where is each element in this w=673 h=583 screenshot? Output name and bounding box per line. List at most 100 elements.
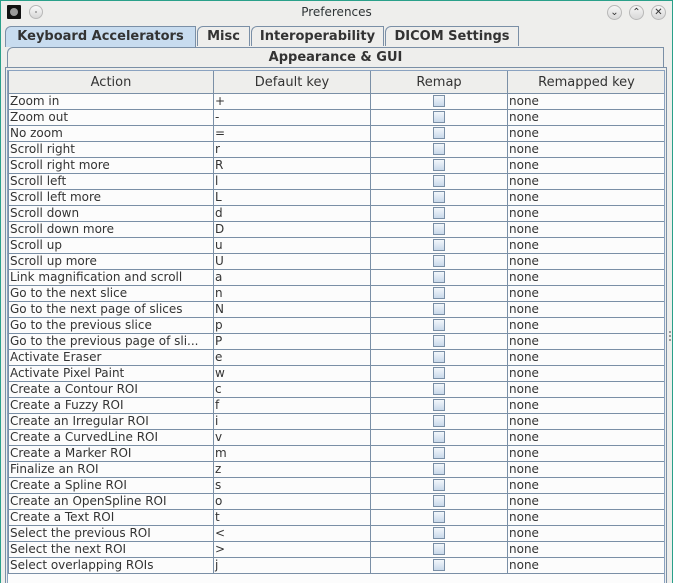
column-header-default-key[interactable]: Default key [213,71,371,94]
action-cell[interactable]: Scroll left [8,173,214,190]
default-key-cell[interactable]: v [213,429,371,446]
remap-checkbox[interactable] [433,462,445,475]
action-cell[interactable]: Go to the previous page of sli... [8,333,214,350]
action-cell[interactable]: Scroll right more [8,157,214,174]
remap-cell[interactable] [370,557,508,574]
remap-checkbox[interactable] [433,222,445,235]
table-row[interactable]: Zoom out - none [8,109,664,126]
action-cell[interactable]: Scroll right [8,141,214,158]
remapped-key-cell[interactable]: none [507,429,664,446]
action-cell[interactable]: Select the next ROI [8,541,214,558]
remap-cell[interactable] [370,269,508,286]
remap-checkbox[interactable] [433,414,445,427]
action-cell[interactable]: Create an OpenSpline ROI [8,493,214,510]
remap-checkbox[interactable] [433,190,445,203]
remap-cell[interactable] [370,205,508,222]
action-cell[interactable]: Create a Spline ROI [8,477,214,494]
remapped-key-cell[interactable]: none [507,237,664,254]
remap-checkbox[interactable] [433,558,445,571]
action-cell[interactable]: Go to the previous slice [8,317,214,334]
action-cell[interactable]: Scroll down [8,205,214,222]
table-row[interactable]: Activate Pixel Paint w none [8,365,664,382]
remap-cell[interactable] [370,93,508,110]
remapped-key-cell[interactable]: none [507,125,664,142]
remap-checkbox[interactable] [433,382,445,395]
default-key-cell[interactable]: f [213,397,371,414]
action-cell[interactable]: Link magnification and scroll [8,269,214,286]
remap-checkbox[interactable] [433,286,445,299]
default-key-cell[interactable]: o [213,493,371,510]
remap-checkbox[interactable] [433,430,445,443]
remap-checkbox[interactable] [433,478,445,491]
remapped-key-cell[interactable]: none [507,285,664,302]
table-row[interactable]: Go to the previous slice p none [8,317,664,334]
table-row[interactable]: Create an Irregular ROI i none [8,413,664,430]
remap-cell[interactable] [370,189,508,206]
remap-cell[interactable] [370,301,508,318]
remapped-key-cell[interactable]: none [507,381,664,398]
remap-cell[interactable] [370,509,508,526]
table-row[interactable]: Activate Eraser e none [8,349,664,366]
remapped-key-cell[interactable]: none [507,397,664,414]
remap-cell[interactable] [370,285,508,302]
tab-dicom-settings[interactable]: DICOM Settings [385,26,519,46]
remap-checkbox[interactable] [433,126,445,139]
default-key-cell[interactable]: + [213,93,371,110]
remap-checkbox[interactable] [433,254,445,267]
action-cell[interactable]: Activate Eraser [8,349,214,366]
action-cell[interactable]: Activate Pixel Paint [8,365,214,382]
remap-cell[interactable] [370,381,508,398]
column-header-remap[interactable]: Remap [370,71,508,94]
remap-cell[interactable] [370,317,508,334]
default-key-cell[interactable]: d [213,205,371,222]
action-cell[interactable]: Zoom out [8,109,214,126]
table-row[interactable]: Zoom in + none [8,93,664,110]
remapped-key-cell[interactable]: none [507,413,664,430]
remap-checkbox[interactable] [433,318,445,331]
tab-misc[interactable]: Misc [197,26,250,46]
default-key-cell[interactable]: n [213,285,371,302]
action-cell[interactable]: Select the previous ROI [8,525,214,542]
remap-checkbox[interactable] [433,270,445,283]
remapped-key-cell[interactable]: none [507,157,664,174]
remap-cell[interactable] [370,349,508,366]
remap-checkbox[interactable] [433,110,445,123]
default-key-cell[interactable]: < [213,525,371,542]
remap-cell[interactable] [370,397,508,414]
maximize-button[interactable]: ⌃ [629,5,644,20]
remapped-key-cell[interactable]: none [507,253,664,270]
table-row[interactable]: Scroll left l none [8,173,664,190]
table-row[interactable]: Create a Fuzzy ROI f none [8,397,664,414]
default-key-cell[interactable]: c [213,381,371,398]
default-key-cell[interactable]: i [213,413,371,430]
resize-grip[interactable] [669,331,673,341]
close-button[interactable]: ✕ [651,5,666,20]
tab-appearance-gui[interactable]: Appearance & GUI [7,47,664,67]
table-row[interactable]: Scroll left more Lnone [8,189,664,206]
action-cell[interactable]: Create an Irregular ROI [8,413,214,430]
remapped-key-cell[interactable]: none [507,189,664,206]
default-key-cell[interactable]: P [213,333,371,350]
table-row[interactable]: Finalize an ROI z none [8,461,664,478]
table-row[interactable]: Create a Text ROI t none [8,509,664,526]
remap-checkbox[interactable] [433,302,445,315]
default-key-cell[interactable]: > [213,541,371,558]
table-row[interactable]: Select overlapping ROIs j none [8,557,664,574]
default-key-cell[interactable]: = [213,125,371,142]
remap-checkbox[interactable] [433,446,445,459]
table-row[interactable]: Scroll right r none [8,141,664,158]
default-key-cell[interactable]: l [213,173,371,190]
remap-cell[interactable] [370,173,508,190]
table-row[interactable]: Scroll up more Unone [8,253,664,270]
table-row[interactable]: Go to the previous page of sli... Pnone [8,333,664,350]
default-key-cell[interactable]: z [213,461,371,478]
default-key-cell[interactable]: r [213,141,371,158]
remapped-key-cell[interactable]: none [507,493,664,510]
remap-checkbox[interactable] [433,494,445,507]
remapped-key-cell[interactable]: none [507,477,664,494]
default-key-cell[interactable]: a [213,269,371,286]
remap-cell[interactable] [370,253,508,270]
default-key-cell[interactable]: R [213,157,371,174]
action-cell[interactable]: Select overlapping ROIs [8,557,214,574]
remap-cell[interactable] [370,541,508,558]
